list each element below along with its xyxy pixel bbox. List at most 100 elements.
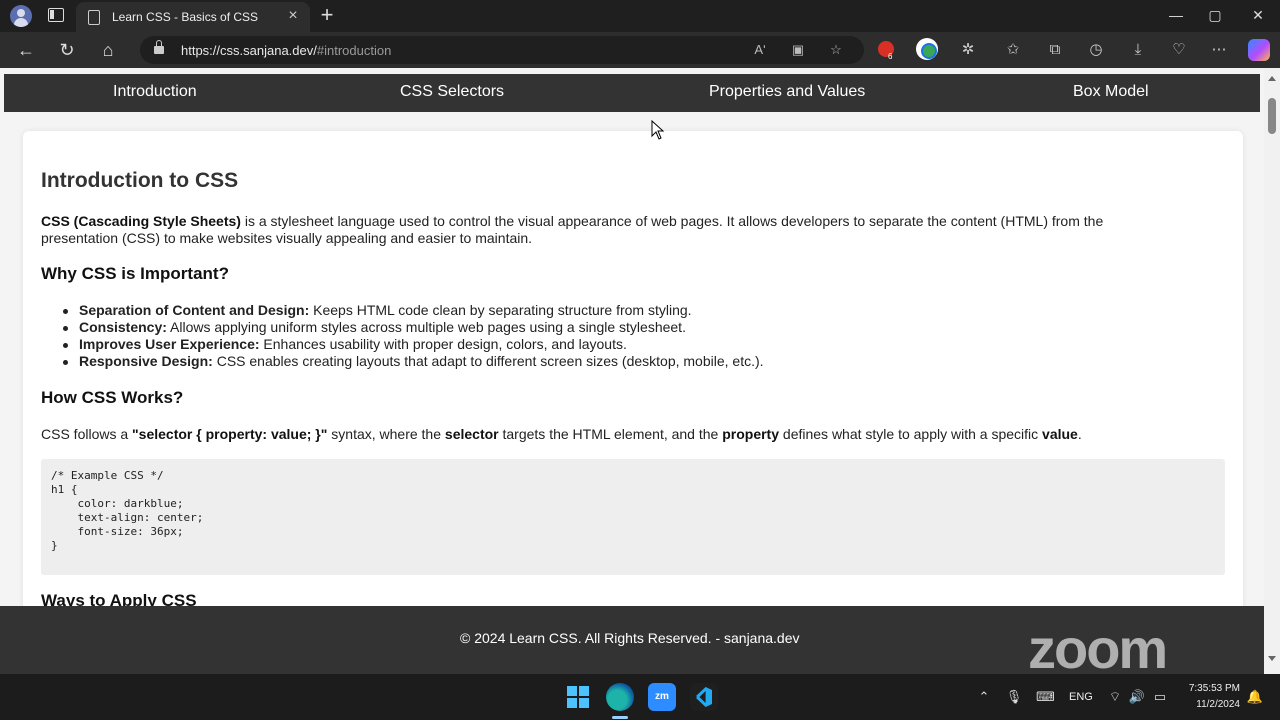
tab-close-icon[interactable]: × (284, 7, 302, 25)
code-line: h1 { (51, 483, 78, 496)
list-item-title: Improves User Experience: (79, 336, 260, 352)
favorite-star-icon[interactable]: ☆ (826, 40, 846, 60)
home-icon[interactable]: ⌂ (96, 38, 120, 62)
code-line: color: darkblue; (51, 497, 184, 510)
how-css-works-heading: How CSS Works? (41, 388, 184, 407)
extensions-puzzle-icon[interactable]: ✲ (956, 38, 980, 62)
how-text-3: targets the HTML element, and the (498, 426, 723, 442)
immersive-reader-icon[interactable]: ▣ (788, 40, 808, 60)
minimize-window-icon[interactable]: — (1164, 4, 1188, 26)
scroll-up-icon[interactable] (1268, 76, 1276, 81)
edge-browser-icon[interactable] (606, 683, 634, 711)
content-section: Introduction to CSS CSS (Cascading Style… (23, 131, 1243, 606)
site-navigation: Introduction CSS Selectors Properties an… (4, 74, 1260, 112)
browser-titlebar: Learn CSS - Basics of CSS × + — ▢ ✕ (0, 0, 1280, 32)
keyboard-icon[interactable]: ⌨ (1036, 688, 1055, 706)
tab-title: Learn CSS - Basics of CSS (112, 10, 259, 24)
vscode-app-icon[interactable] (690, 683, 718, 711)
mouse-cursor-icon (651, 120, 665, 140)
why-css-heading: Why CSS is Important? (41, 264, 229, 283)
code-line: /* Example CSS */ (51, 469, 164, 482)
back-arrow-icon[interactable]: ← (14, 38, 38, 62)
browser-essentials-icon[interactable]: ♡ (1167, 38, 1191, 62)
list-item-text: Keeps HTML code clean by separating stru… (309, 302, 692, 318)
browser-tab[interactable]: Learn CSS - Basics of CSS × (76, 2, 310, 32)
history-icon[interactable]: ◷ (1084, 38, 1108, 62)
clock-time[interactable]: 7:35:53 PM (1180, 683, 1240, 694)
profile-avatar-icon[interactable] (10, 5, 32, 27)
list-item-text: CSS enables creating layouts that adapt … (212, 353, 764, 369)
code-example-block: /* Example CSS */ h1 { color: darkblue; … (41, 459, 1225, 575)
code-line: text-align: center; (51, 511, 204, 524)
list-item-text: Allows applying uniform styles across mu… (166, 319, 686, 335)
intro-bold-term: CSS (Cascading Style Sheets) (41, 213, 241, 229)
footer-copyright: © 2024 Learn CSS. All Rights Reserved. -… (460, 630, 800, 646)
property-bold: property (722, 426, 780, 442)
input-language[interactable]: ENG (1069, 691, 1093, 703)
taskbar: zm ⌃ 🎙 ⌨ ENG ⌔ 🔊 ▭ 7:35:53 PM 11/2/2024 … (0, 674, 1280, 720)
collections-icon[interactable]: ⧉ (1043, 38, 1067, 62)
maximize-window-icon[interactable]: ▢ (1203, 4, 1227, 26)
notification-bell-icon[interactable]: 🔔 (1246, 688, 1264, 706)
nav-link-properties-values[interactable]: Properties and Values (709, 83, 865, 101)
new-tab-icon[interactable]: + (316, 4, 338, 26)
nav-link-box-model[interactable]: Box Model (1073, 83, 1149, 101)
code-line: } (51, 539, 58, 552)
microphone-icon[interactable]: 🎙 (1005, 688, 1023, 706)
tray-overflow-chevron-icon[interactable]: ⌃ (975, 688, 993, 706)
list-item-title: Consistency: (79, 319, 167, 335)
extension-badge: 6 (888, 52, 893, 61)
url-host: https://css.sanjana.dev/ (181, 43, 317, 58)
list-item: Improves User Experience: Enhances usabi… (63, 336, 764, 353)
downloads-icon[interactable]: ⤓ (1126, 38, 1150, 62)
more-menu-icon[interactable]: ⋯ (1207, 38, 1231, 62)
wifi-icon[interactable]: ⌔ (1106, 688, 1124, 706)
benefits-list: Separation of Content and Design: Keeps … (63, 302, 764, 370)
battery-icon[interactable]: ▭ (1151, 688, 1169, 706)
lock-icon[interactable] (154, 40, 164, 55)
site-footer: © 2024 Learn CSS. All Rights Reserved. -… (0, 606, 1264, 680)
how-text-2: syntax, where the (327, 426, 445, 442)
nav-link-introduction[interactable]: Introduction (113, 83, 197, 101)
intro-text-line2: presentation (CSS) to make websites visu… (41, 230, 533, 246)
copilot-icon[interactable] (1248, 39, 1270, 61)
intro-text-line1: is a stylesheet language used to control… (240, 213, 1104, 229)
favorites-icon[interactable]: ✩ (1001, 38, 1025, 62)
selector-bold: selector (444, 426, 499, 442)
list-item: Responsive Design: CSS enables creating … (63, 353, 764, 370)
how-text-1: CSS follows a (41, 426, 133, 442)
extension-globe-icon[interactable] (916, 38, 938, 60)
volume-icon[interactable]: 🔊 (1128, 688, 1146, 706)
list-item-text: Enhances usability with proper design, c… (259, 336, 627, 352)
page-favicon-icon (88, 10, 100, 25)
list-item-title: Responsive Design: (79, 353, 213, 369)
active-app-indicator (612, 716, 628, 719)
tab-actions-icon[interactable] (48, 8, 64, 22)
url-text[interactable]: https://css.sanjana.dev/#introduction (181, 43, 391, 58)
scroll-down-icon[interactable] (1268, 656, 1276, 661)
clock-date[interactable]: 11/2/2024 (1180, 699, 1240, 710)
zoom-app-icon[interactable]: zm (648, 683, 676, 711)
section-heading: Introduction to CSS (41, 169, 239, 192)
zoom-watermark: zoom (1028, 617, 1168, 680)
intro-paragraph: CSS (Cascading Style Sheets) is a styles… (41, 213, 1216, 247)
list-item: Consistency: Allows applying uniform sty… (63, 319, 764, 336)
refresh-icon[interactable]: ↻ (55, 38, 79, 62)
how-css-paragraph: CSS follows a "selector { property: valu… (41, 426, 1216, 443)
browser-toolbar: ← ↻ ⌂ https://css.sanjana.dev/#introduct… (0, 32, 1280, 68)
address-bar[interactable]: https://css.sanjana.dev/#introduction Aʹ… (140, 36, 864, 64)
how-text-4: defines what style to apply with a speci… (779, 426, 1043, 442)
nav-link-css-selectors[interactable]: CSS Selectors (400, 83, 504, 101)
page-viewport: Introduction CSS Selectors Properties an… (0, 68, 1264, 606)
close-window-icon[interactable]: ✕ (1246, 4, 1270, 26)
page-scrollbar[interactable] (1264, 68, 1280, 674)
code-line: font-size: 36px; (51, 525, 184, 538)
url-hash: #introduction (316, 43, 392, 58)
list-item-title: Separation of Content and Design: (79, 302, 310, 318)
read-aloud-icon[interactable]: Aʹ (750, 40, 770, 60)
scrollbar-thumb[interactable] (1268, 98, 1276, 134)
how-text-5: . (1077, 426, 1082, 442)
windows-start-icon[interactable] (567, 686, 589, 708)
ways-to-apply-heading: Ways to Apply CSS (41, 591, 197, 606)
list-item: Separation of Content and Design: Keeps … (63, 302, 764, 319)
